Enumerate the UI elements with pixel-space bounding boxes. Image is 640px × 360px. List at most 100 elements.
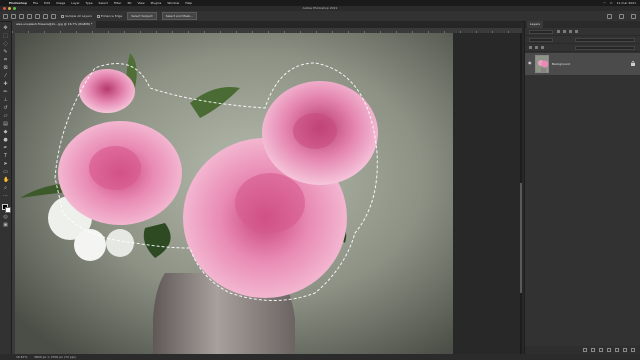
add-to-selection-icon[interactable] [27, 13, 32, 19]
history-brush-tool-icon[interactable]: ↺ [3, 106, 8, 111]
brush-tool-icon[interactable]: ✏ [3, 90, 8, 95]
menu-item-select[interactable]: Select [99, 1, 108, 5]
panel-tab-bar: Layers [525, 21, 640, 28]
lasso-tool-icon[interactable]: ◌ [3, 42, 8, 47]
menu-item-image[interactable]: Image [56, 1, 65, 5]
screen-mode-icon[interactable]: ▣ [3, 223, 8, 228]
hand-tool-icon[interactable]: ✋ [3, 178, 9, 183]
type-filter-icon[interactable] [569, 30, 572, 33]
new-layer-icon[interactable] [623, 348, 627, 352]
adjustment-filter-icon[interactable] [563, 30, 566, 33]
layer-style-icon[interactable] [591, 348, 595, 352]
tab-layers[interactable]: Layers [527, 21, 543, 28]
document-tab-bar: alex-unsplash-flowers@2x...jpg @ 16.7% (… [12, 21, 522, 28]
new-group-icon[interactable] [615, 348, 619, 352]
edit-toolbar-icon[interactable]: ⋯ [3, 194, 8, 199]
gradient-tool-icon[interactable]: ▤ [3, 122, 8, 127]
quick-selection-tool-icon[interactable]: ✎ [3, 50, 8, 55]
opacity-field[interactable] [575, 38, 635, 42]
crop-tool-icon[interactable]: ⌗ [3, 58, 8, 63]
delete-layer-icon[interactable] [631, 348, 635, 352]
workspace-icon[interactable] [619, 13, 624, 19]
wifi-icon[interactable]: ◠ [603, 1, 606, 5]
select-and-mask-button[interactable]: Select and Mask... [161, 12, 198, 20]
layer-row-background[interactable]: ◉ Background [525, 53, 640, 75]
shape-filter-icon[interactable] [575, 30, 578, 33]
subtract-from-selection-icon[interactable] [35, 13, 40, 19]
checkbox-box[interactable] [96, 14, 100, 18]
lock-all-icon[interactable] [541, 46, 544, 49]
rectangle-tool-icon[interactable]: ▭ [3, 170, 8, 175]
share-icon[interactable] [631, 13, 636, 19]
menu-item-filter[interactable]: Filter [114, 1, 121, 5]
add-mask-icon[interactable] [599, 348, 603, 352]
move-tool-icon[interactable]: ✥ [3, 26, 8, 31]
lock-icons [529, 46, 544, 49]
menu-item-photoshop[interactable]: Photoshop [9, 1, 27, 5]
menu-item-plugins[interactable]: Plugins [151, 1, 162, 5]
blur-tool-icon[interactable]: ◆ [3, 130, 8, 135]
dodge-tool-icon[interactable]: ● [3, 138, 8, 143]
sample-all-layers-label: Sample All Layers [65, 14, 92, 18]
sample-all-layers-checkbox[interactable]: Sample All Layers [61, 14, 92, 18]
healing-brush-tool-icon[interactable]: ✚ [3, 82, 8, 87]
document-tab[interactable]: alex-unsplash-flowers@2x...jpg @ 16.7% (… [12, 21, 97, 28]
menu-item-type[interactable]: Type [86, 1, 93, 5]
marquee-tool-icon[interactable]: ⬚ [3, 34, 8, 39]
document-info[interactable]: 3800 px × 2700 px (72 ppi) [34, 354, 76, 360]
visibility-eye-icon[interactable]: ◉ [528, 61, 532, 65]
lock-icon[interactable] [631, 61, 635, 66]
layer-thumbnail [535, 55, 549, 73]
lock-pixels-icon[interactable] [529, 46, 532, 49]
menu-item-3d[interactable]: 3D [127, 1, 131, 5]
minimize-window-icon[interactable] [8, 7, 11, 10]
enhance-edge-checkbox[interactable]: Enhance Edge [96, 14, 122, 18]
menu-item-view[interactable]: View [137, 1, 144, 5]
vertical-scrollbar[interactable] [520, 33, 522, 354]
lock-row [525, 44, 640, 52]
layers-panel: Layers ◉ Background [524, 21, 640, 354]
eyedropper-tool-icon[interactable]: ⁄ [3, 74, 8, 79]
zoom-tool-icon[interactable]: ⌕ [3, 186, 8, 191]
home-icon[interactable] [3, 13, 8, 19]
quick-selection-tool-preset-icon[interactable] [11, 13, 16, 19]
new-selection-icon[interactable] [19, 13, 24, 19]
menu-item-layer[interactable]: Layer [71, 1, 79, 5]
lock-position-icon[interactable] [535, 46, 538, 49]
fill-field[interactable] [575, 46, 635, 50]
zoom-window-icon[interactable] [13, 7, 16, 10]
adjustment-layer-icon[interactable] [607, 348, 611, 352]
options-right-icons [604, 13, 636, 19]
menu-item-edit[interactable]: Edit [44, 1, 50, 5]
clone-stamp-tool-icon[interactable]: ⊥ [3, 98, 8, 103]
brush-size-icon[interactable] [43, 13, 48, 19]
layer-name[interactable]: Background [552, 53, 570, 75]
type-tool-icon[interactable]: T [3, 154, 8, 159]
status-bar: 16.67% 3800 px × 2700 px (72 ppi) [0, 354, 640, 360]
path-selection-tool-icon[interactable]: ➤ [3, 162, 8, 167]
layer-kind-filter[interactable] [529, 30, 553, 34]
frame-tool-icon[interactable]: ⊠ [3, 66, 8, 71]
tools-panel: ✥ ⬚ ◌ ✎ ⌗ ⊠ ⁄ ✚ ✏ ⊥ ↺ ▱ ▤ ◆ ● ✒ T ➤ ▭ ✋ … [0, 22, 12, 354]
close-window-icon[interactable] [3, 7, 6, 10]
checkbox-box[interactable] [61, 14, 64, 18]
menubar-clock[interactable]: 11 mar 2021 [617, 1, 636, 5]
document-canvas[interactable] [15, 33, 453, 354]
brush-angle-icon[interactable] [51, 13, 56, 19]
blend-mode-select[interactable] [529, 38, 553, 42]
menu-item-help[interactable]: Help [185, 1, 192, 5]
pixel-filter-icon[interactable] [557, 30, 560, 33]
search-icon[interactable] [607, 13, 612, 19]
battery-icon[interactable]: ▭ [610, 1, 613, 5]
link-layers-icon[interactable] [583, 348, 587, 352]
menu-item-file[interactable]: File [33, 1, 38, 5]
layers-panel-footer [525, 346, 640, 354]
background-color-swatch[interactable] [5, 207, 11, 213]
menu-item-window[interactable]: Window [167, 1, 179, 5]
scrollbar-thumb[interactable] [520, 183, 522, 293]
eraser-tool-icon[interactable]: ▱ [3, 114, 8, 119]
select-subject-button[interactable]: Select Subject [127, 12, 157, 20]
pen-tool-icon[interactable]: ✒ [3, 146, 8, 151]
zoom-level[interactable]: 16.67% [16, 354, 27, 360]
quick-mask-icon[interactable]: ◎ [3, 215, 8, 220]
